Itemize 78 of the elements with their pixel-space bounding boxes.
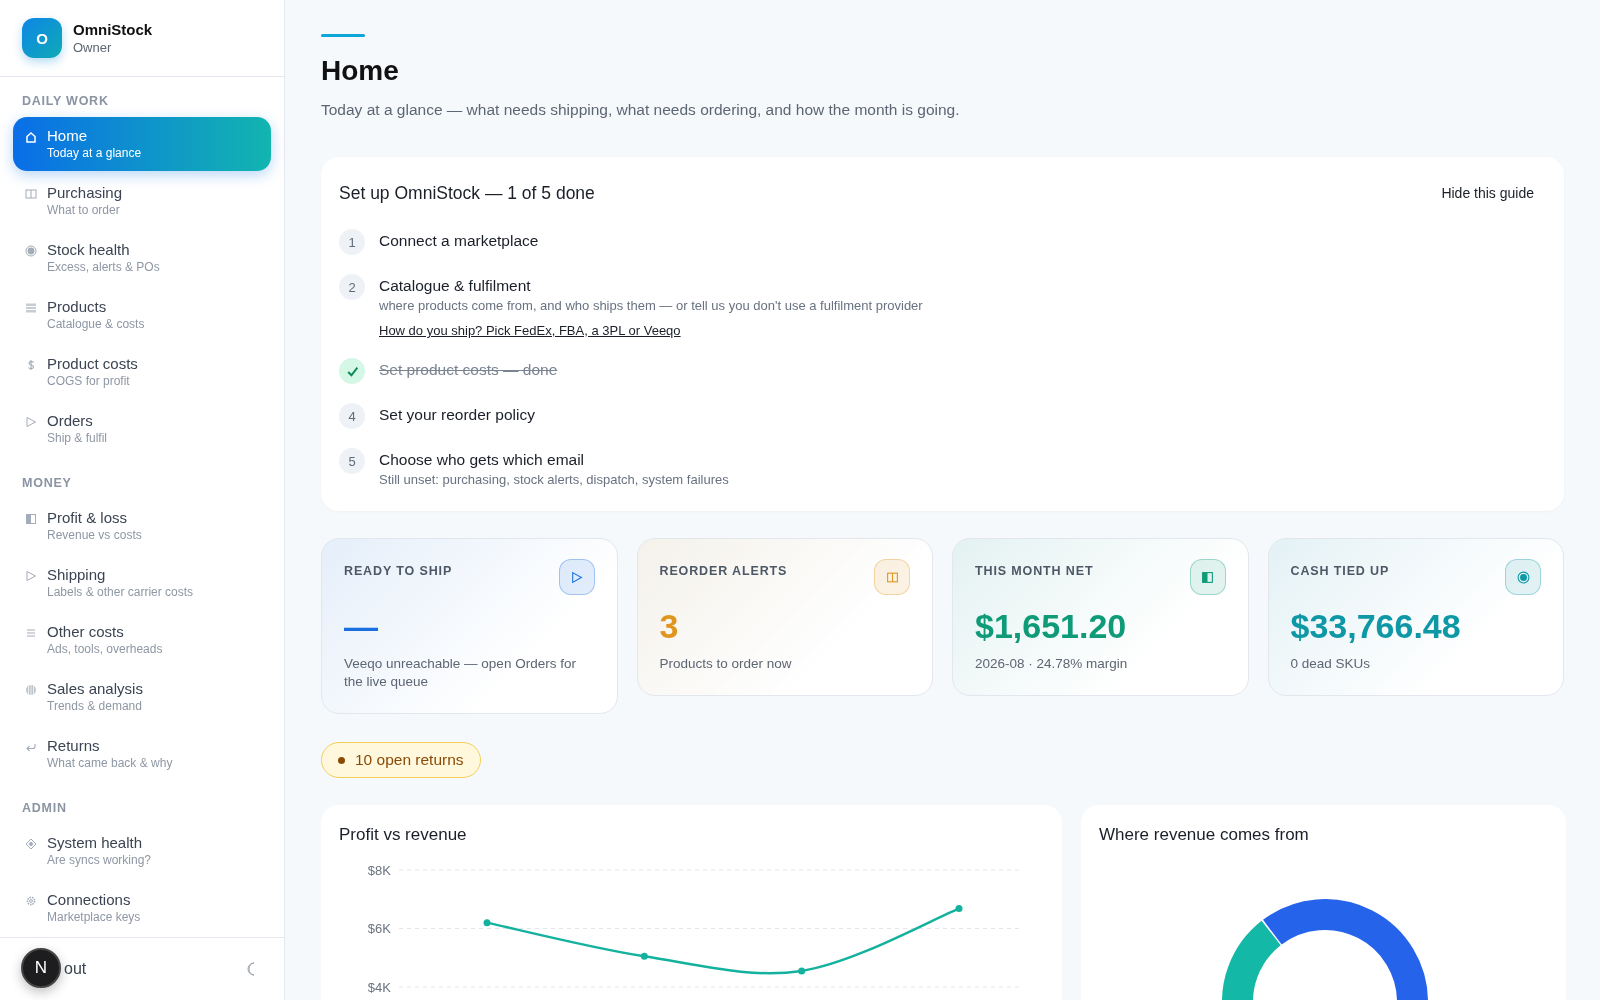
- nav-item[interactable]: Product costs COGS for profit: [13, 345, 271, 399]
- data-point: [798, 967, 806, 975]
- stat-note: Veeqo unreachable — open Orders for the live queue: [344, 655, 577, 691]
- nav-item[interactable]: Returns What came back & why: [13, 727, 271, 781]
- accent-bar: [321, 34, 365, 37]
- stat-label: REORDER ALERTS: [659, 564, 788, 578]
- step-title: Set product costs — done: [379, 360, 558, 380]
- page-title: Home: [321, 55, 400, 87]
- nav-item[interactable]: System health Are syncs working?: [13, 824, 271, 878]
- nav-item[interactable]: Sales analysis Trends & demand: [13, 670, 271, 724]
- step-number: 4: [339, 403, 365, 429]
- section-heading: MONEY: [21, 475, 73, 492]
- step-detail: where products come from, and who ships them — or tell us you don't use a fulfilment provider: [379, 298, 923, 313]
- radio-icon: [25, 245, 37, 257]
- section-heading: ADMIN: [21, 800, 68, 817]
- step-title: Catalogue & fulfilment: [379, 276, 532, 296]
- data-point: [640, 952, 648, 960]
- nav-item[interactable]: Purchasing What to order: [13, 174, 271, 228]
- step-detail: Still unset: purchasing, stock alerts, dispatch, system failures: [379, 472, 729, 487]
- page-subtitle: Today at a glance — what needs shipping, what needs ordering, and how the month is going.: [321, 101, 961, 119]
- app-name: OmniStock: [73, 21, 153, 38]
- play-icon: [25, 416, 37, 428]
- step-number: 1: [339, 229, 365, 255]
- data-point: [955, 905, 963, 913]
- step-link[interactable]: How do you ship? Pick FedEx, FBA, a 3PL or Veeqo: [379, 323, 681, 338]
- axis-label: $6K: [367, 921, 391, 936]
- nav-item[interactable]: Profit & loss Revenue vs costs: [13, 499, 271, 553]
- section-heading: DAILY WORK: [21, 93, 110, 110]
- stat-note: Products to order now: [659, 655, 793, 673]
- diamond-icon: [25, 838, 37, 850]
- about-link[interactable]: out: [64, 960, 87, 978]
- step-title: Set your reorder policy: [379, 405, 535, 425]
- stat-value: 3: [659, 606, 680, 647]
- chart-title: Where revenue comes from: [1099, 825, 1310, 845]
- gear-icon: [25, 895, 37, 907]
- stat-note: 2026-08 · 24.78% margin: [975, 655, 1129, 673]
- nav-item[interactable]: Orders Ship & fulfil: [13, 402, 271, 456]
- user-role: Owner: [73, 40, 113, 55]
- stat-label: CASH TIED UP: [1290, 564, 1390, 578]
- stat-value: —: [344, 606, 379, 647]
- play-icon: [25, 570, 37, 582]
- nav-item[interactable]: Products Catalogue & costs: [13, 288, 271, 342]
- dev-tools-button[interactable]: N: [21, 948, 61, 988]
- nav-item[interactable]: Connections Marketplace keys: [13, 881, 271, 935]
- list-icon: [25, 627, 37, 639]
- half-square-icon: [25, 513, 37, 525]
- dot-icon: [338, 756, 345, 764]
- nav-item[interactable]: Stock health Excess, alerts & POs: [13, 231, 271, 285]
- play-icon: [558, 559, 595, 595]
- nav-item[interactable]: Other costs Ads, tools, overheads: [13, 613, 271, 667]
- nav-item[interactable]: Shipping Labels & other carrier costs: [13, 556, 271, 610]
- step-number: 5: [339, 448, 365, 474]
- stat-value: $1,651.20: [975, 606, 1128, 647]
- axis-label: $8K: [367, 862, 391, 878]
- globe-icon: [25, 684, 37, 696]
- data-point: [483, 919, 491, 927]
- return-arrow-icon: [25, 741, 37, 753]
- guide-title: Set up OmniStock — 1 of 5 done: [339, 182, 595, 204]
- stat-label: THIS MONTH NET: [975, 564, 1094, 578]
- returns-badge[interactable]: 10 open returns: [321, 742, 481, 778]
- step-title: Connect a marketplace: [379, 231, 539, 251]
- table-icon: [25, 302, 37, 314]
- axis-label: $4K: [367, 979, 391, 995]
- home-icon: [25, 131, 37, 143]
- chart-title: Profit vs revenue: [339, 825, 468, 845]
- step-title: Choose who gets which email: [379, 450, 586, 470]
- check-icon: [345, 364, 359, 378]
- app-logo: O: [22, 18, 62, 58]
- stat-label: READY TO SHIP: [344, 564, 453, 578]
- nav-item[interactable]: Home Today at a glance: [13, 117, 271, 171]
- radio-icon: [1505, 559, 1541, 595]
- hide-guide-button[interactable]: Hide this guide: [1441, 181, 1534, 205]
- stat-value: $33,766.48: [1290, 606, 1462, 647]
- columns-icon: [874, 559, 910, 595]
- step-number: 2: [339, 274, 365, 300]
- columns-icon: [25, 188, 37, 200]
- stat-note: 0 dead SKUs: [1290, 655, 1372, 673]
- dollar-icon: [25, 359, 37, 371]
